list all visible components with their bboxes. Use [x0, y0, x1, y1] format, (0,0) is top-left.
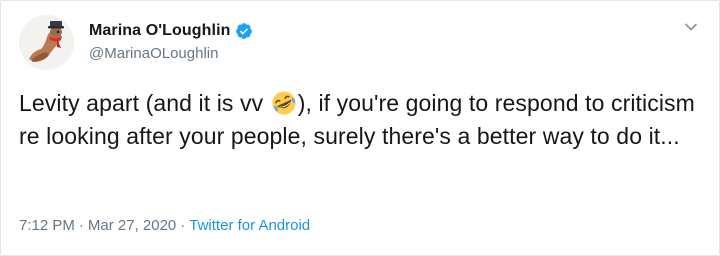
author-handle[interactable]: @MarinaOLoughlin — [89, 45, 253, 62]
avatar-snail-illustration-icon — [19, 15, 74, 70]
tweet-meta: 7:12 PM · Mar 27, 2020 · Twitter for Android — [19, 217, 310, 234]
avatar[interactable] — [19, 15, 74, 70]
tweet-date[interactable]: Mar 27, 2020 — [88, 217, 176, 234]
meta-separator: · — [78, 217, 84, 234]
rolling-on-floor-laughing-emoji-icon — [271, 90, 297, 116]
chevron-down-icon[interactable] — [681, 17, 701, 37]
tweet-card: Marina O'Loughlin @MarinaOLoughlin Levit… — [0, 0, 720, 256]
display-name[interactable]: Marina O'Loughlin — [89, 22, 231, 40]
verified-badge-icon — [235, 22, 253, 40]
display-name-row: Marina O'Loughlin — [89, 21, 253, 41]
tweet-source-link[interactable]: Twitter for Android — [189, 217, 310, 234]
tweet-text-part-1: Levity apart (and it is vv — [19, 90, 270, 116]
tweet-header: Marina O'Loughlin @MarinaOLoughlin — [19, 15, 701, 71]
tweet-time[interactable]: 7:12 PM — [19, 217, 75, 234]
meta-separator: · — [180, 217, 186, 234]
author-names: Marina O'Loughlin @MarinaOLoughlin — [89, 21, 253, 62]
tweet-text: Levity apart (and it is vv ), if you're … — [19, 87, 709, 153]
